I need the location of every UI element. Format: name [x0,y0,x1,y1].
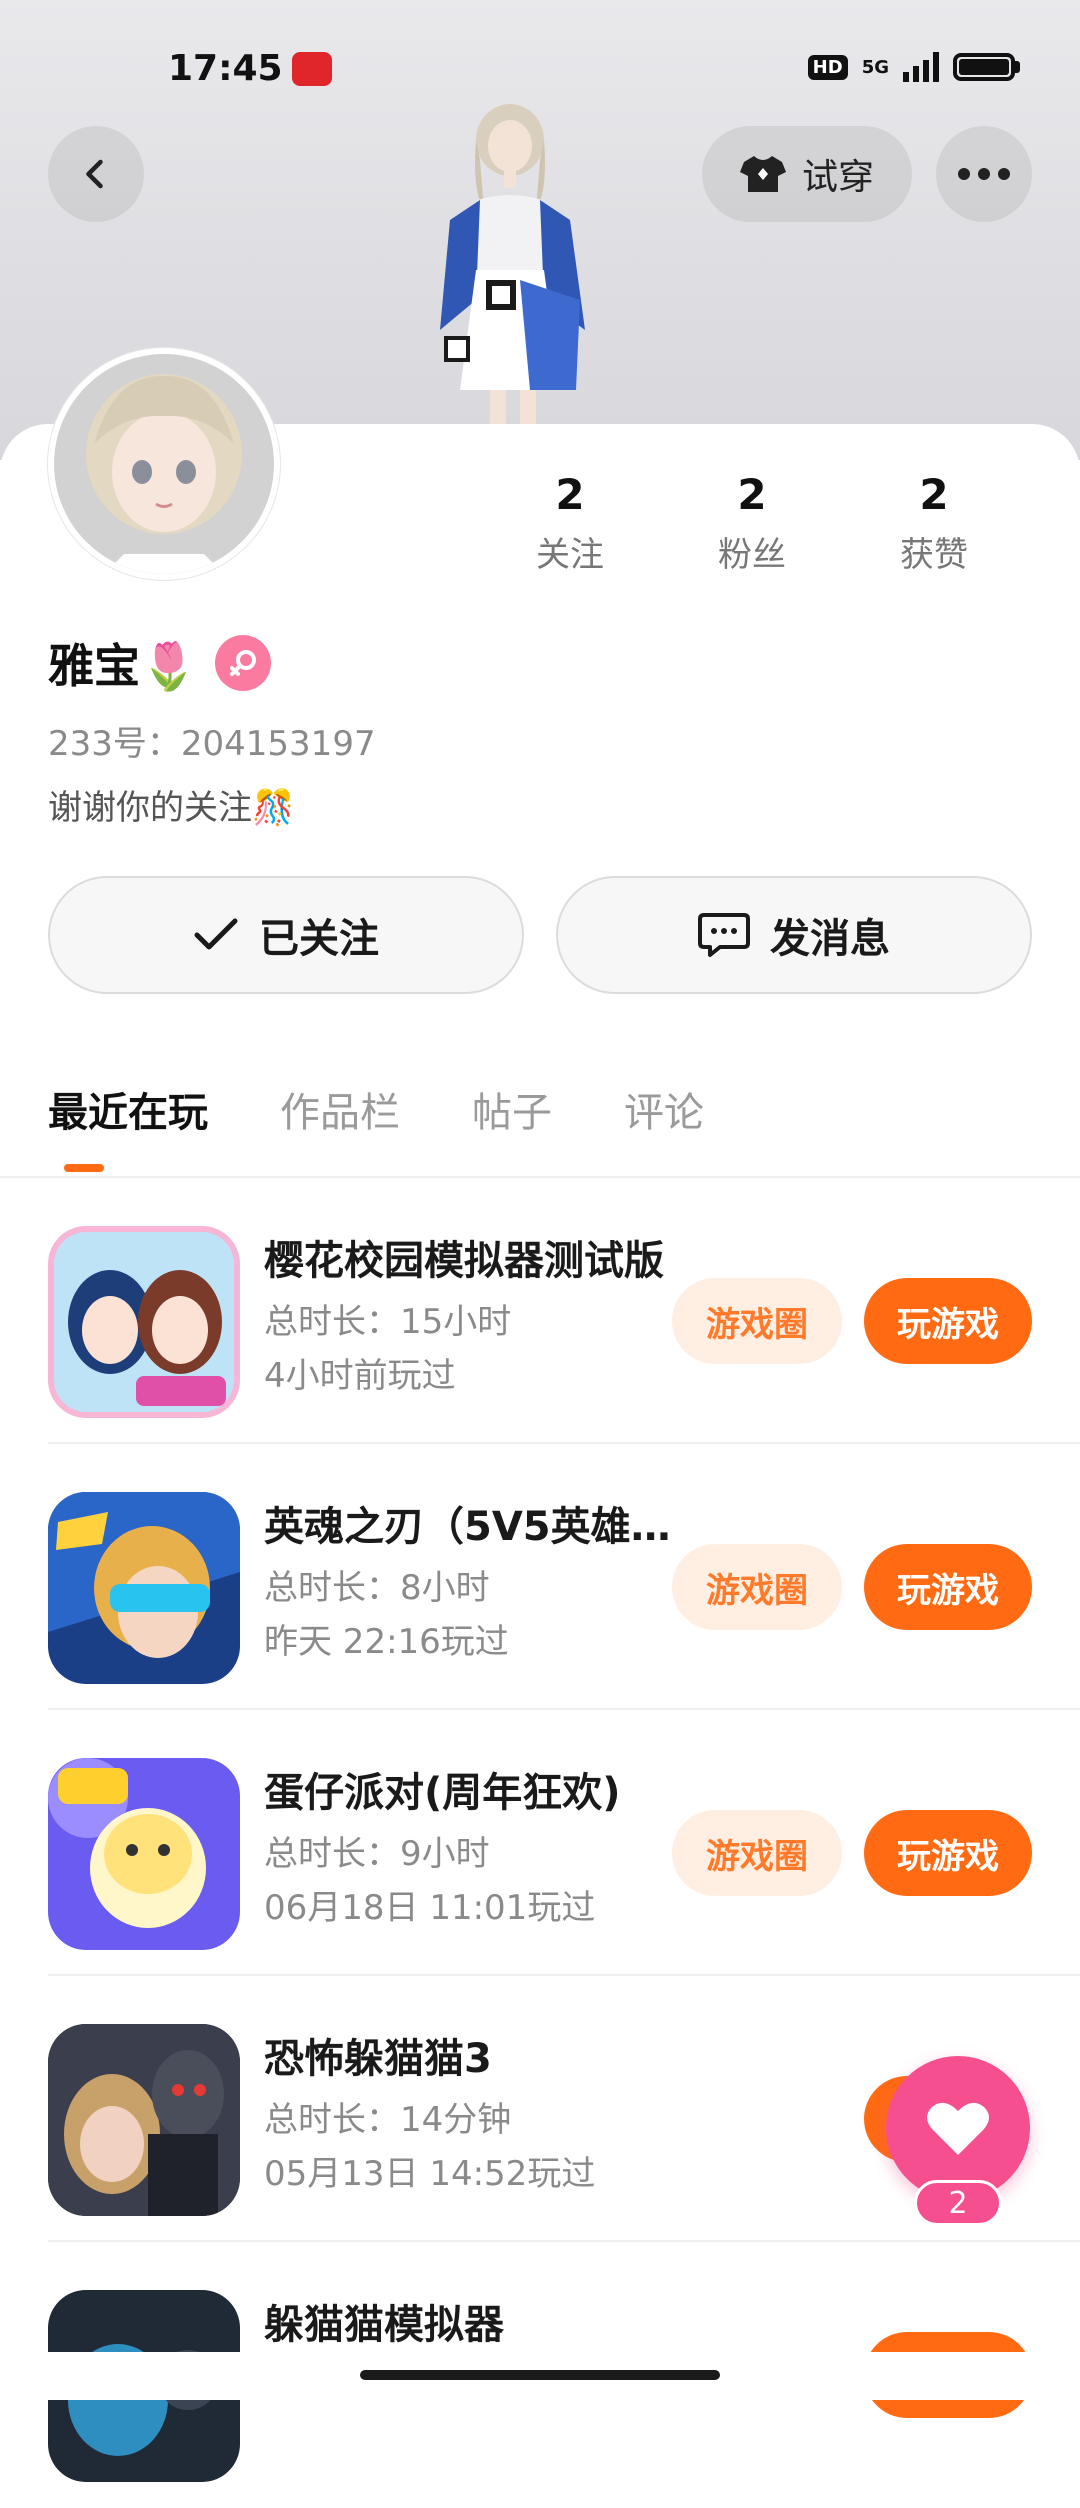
tab-works[interactable]: 作品栏 [280,1080,400,1160]
game-last-played: 06月18日 11:01玩过 [264,1888,596,1928]
recent-games-list: 樱花校园模拟器测试版 总时长：15小时 4小时前玩过 游戏圈 玩游戏 英魂之刃（… [0,1178,1080,2508]
profile-tabs: 最近在玩 作品栏 帖子 评论 [48,1080,704,1160]
heart-icon [927,2102,989,2155]
message-label: 发消息 [770,916,890,962]
game-row[interactable]: 英魂之刃（5V5英雄竞技） 总时长：8小时 昨天 22:16玩过 游戏圈 玩游戏 [48,1444,1080,1710]
game-last-played: 4小时前玩过 [264,1356,456,1396]
user-bio: 谢谢你的关注🎊 [48,788,295,828]
active-tab-indicator [64,1164,104,1172]
signal-icon [903,52,939,82]
tab-comments[interactable]: 评论 [624,1080,704,1160]
game-row[interactable]: 樱花校园模拟器测试版 总时长：15小时 4小时前玩过 游戏圈 玩游戏 [48,1178,1080,1444]
play-game-button[interactable]: 玩游戏 [864,1544,1032,1630]
play-game-button[interactable]: 玩游戏 [864,1810,1032,1896]
stat-following[interactable]: 2 关注 [472,470,668,576]
fans-label: 粉丝 [718,535,786,575]
more-options-button[interactable] [936,126,1032,222]
like-button[interactable] [886,2056,1030,2200]
user-avatar[interactable] [48,348,280,580]
game-total-duration: 总时长：14分钟 [264,2100,512,2140]
tryon-button[interactable]: 试穿 [702,126,912,222]
user-id: 233号：204153197 [48,724,376,764]
eggy-party-icon[interactable] [48,1758,240,1950]
hd-icon: HD [807,54,848,80]
game-row[interactable]: 蛋仔派对(周年狂欢) 总时长：9小时 06月18日 11:01玩过 游戏圈 玩游… [48,1710,1080,1976]
followed-button[interactable]: 已关注 [48,876,524,994]
game-total-duration: 总时长：8小时 [264,1568,490,1608]
tab-posts[interactable]: 帖子 [472,1080,552,1160]
following-count: 2 [555,470,585,519]
send-message-button[interactable]: 发消息 [556,876,1032,994]
tryon-label: 试穿 [801,157,874,198]
game-total-duration: 总时长：15小时 [264,1302,512,1342]
like-count-badge: 2 [914,2180,1002,2226]
hero-blade-icon[interactable] [48,1492,240,1684]
chevron-left-icon [86,159,103,189]
stat-likes[interactable]: 2 获赞 [836,470,1032,576]
profile-stats: 2 关注 2 粉丝 2 获赞 [472,470,1032,576]
back-button[interactable] [48,126,144,222]
female-gender-icon [215,635,272,691]
likes-count: 2 [919,470,949,519]
check-icon [194,918,238,950]
shopping-badge-icon [292,52,332,86]
status-time: 17:45 [168,48,283,89]
game-title: 蛋仔派对(周年狂欢) [264,1770,621,1816]
stat-fans[interactable]: 2 粉丝 [654,470,850,576]
likes-label: 获赞 [900,535,968,575]
game-title: 樱花校园模拟器测试版 [264,1238,664,1284]
chat-bubble-icon [698,913,750,957]
username: 雅宝🌷 [48,639,198,693]
home-indicator[interactable] [360,2370,720,2380]
status-icons: HD 5G [807,52,1020,82]
fans-count: 2 [737,470,767,519]
sakura-school-icon[interactable] [48,1226,240,1418]
game-title: 恐怖躲猫猫3 [264,2036,492,2082]
game-circle-button[interactable]: 游戏圈 [672,1810,842,1896]
game-circle-button[interactable]: 游戏圈 [672,1278,842,1364]
following-label: 关注 [536,535,604,575]
network-type: 5G [861,56,889,78]
game-circle-button[interactable]: 游戏圈 [672,1544,842,1630]
more-dots-icon [958,168,1010,180]
game-last-played: 昨天 22:16玩过 [264,1622,509,1662]
avatar-portrait-image [54,354,274,574]
game-title: 英魂之刃（5V5英雄竞技） [264,1504,684,1550]
game-total-duration: 总时长：9小时 [264,1834,490,1874]
horror-hide-seek-icon[interactable] [48,2024,240,2216]
username-row: 雅宝🌷 [48,630,272,696]
avatar-figure-image [440,104,585,430]
battery-icon [953,53,1020,81]
tab-recently-played[interactable]: 最近在玩 [48,1080,208,1160]
play-game-button[interactable]: 玩游戏 [864,1278,1032,1364]
followed-label: 已关注 [259,916,379,962]
tshirt-icon [739,156,786,192]
game-title: 躲猫猫模拟器 [264,2302,504,2348]
game-last-played: 05月13日 14:52玩过 [264,2154,596,2194]
